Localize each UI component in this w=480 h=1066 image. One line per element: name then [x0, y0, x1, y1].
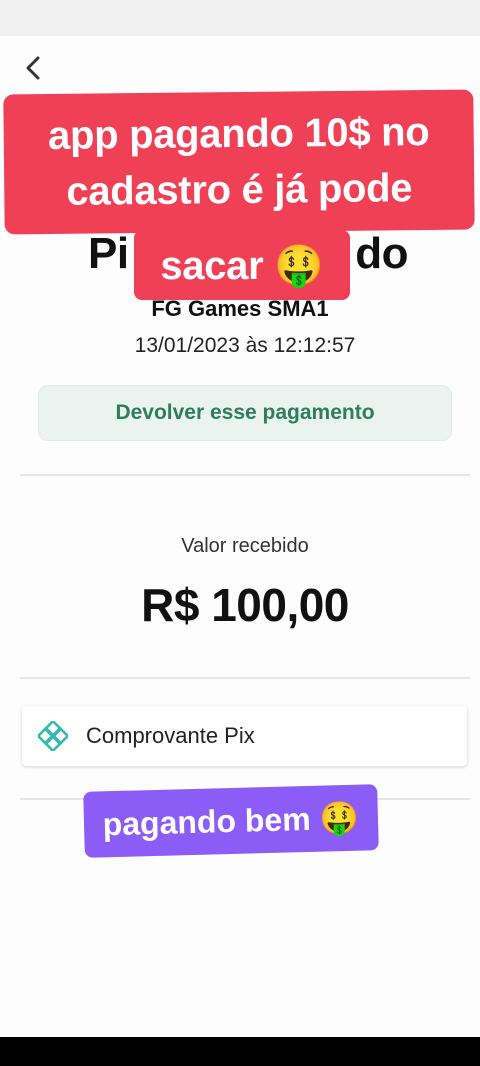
refund-button[interactable]: Devolver esse pagamento [38, 385, 452, 441]
status-bar [0, 0, 480, 36]
divider [20, 677, 470, 679]
amount-label: Valor recebido [181, 535, 309, 557]
chevron-left-icon [26, 56, 40, 80]
caption-line: app pagando 10$ no [47, 110, 430, 158]
caption-overlay: app pagando 10$ no cadastro é já pode [3, 89, 475, 235]
divider [20, 474, 470, 476]
pix-icon [38, 721, 68, 751]
receipt-label: Comprovante Pix [86, 723, 255, 748]
page-title-right: do [355, 229, 408, 278]
caption-overlay-purple: pagando bem 🤑 [83, 784, 379, 858]
amount-value: R$ 100,00 [141, 579, 349, 631]
payment-datetime: 13/01/2023 às 12:12:57 [134, 334, 356, 357]
caption-line: sacar 🤑 [160, 244, 324, 288]
caption-line: cadastro é já pode [66, 166, 413, 214]
caption-overlay: sacar 🤑 [134, 230, 350, 300]
page-title-left: Pi [88, 229, 129, 278]
receipt-pix-button[interactable]: Comprovante Pix [22, 706, 467, 766]
back-button[interactable] [18, 50, 48, 86]
navigation-bar [0, 1037, 480, 1066]
